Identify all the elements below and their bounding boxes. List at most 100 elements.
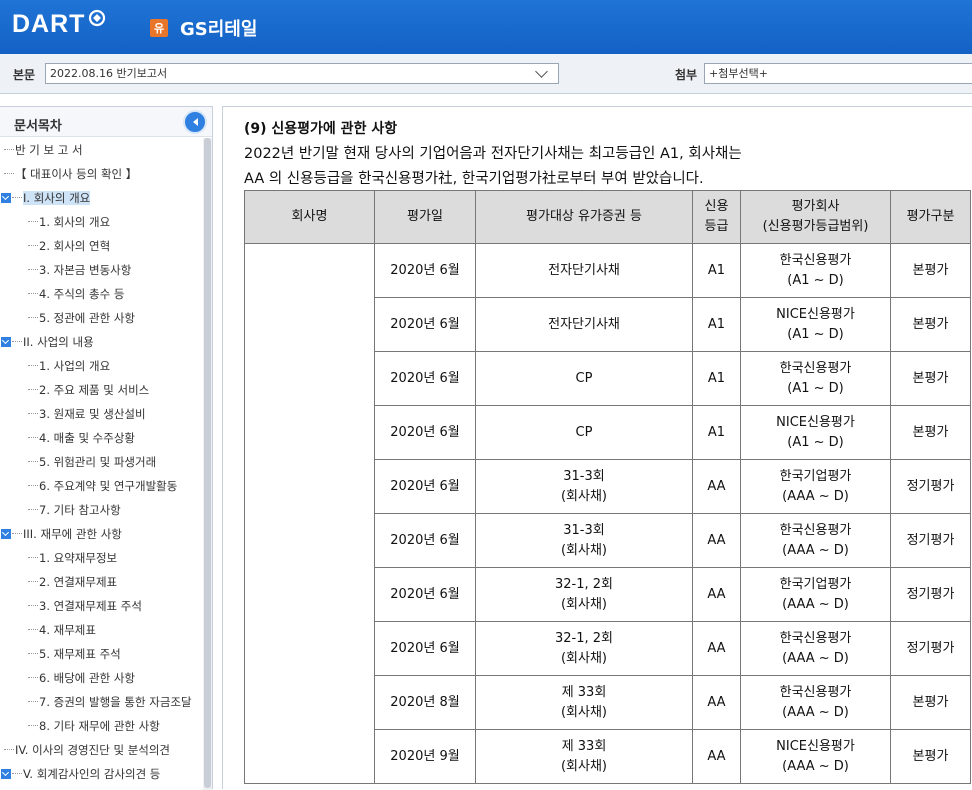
table-cell: 2020년 6월	[374, 297, 476, 352]
toc-item-label: 2. 회사의 연혁	[39, 239, 111, 253]
toc-item[interactable]: 2. 주요 제품 및 서비스	[0, 378, 204, 402]
tree-connector	[28, 594, 38, 606]
toc-item[interactable]: 1. 회사의 개요	[0, 210, 204, 234]
toc-item[interactable]: III. 재무에 관한 사항	[0, 522, 204, 546]
tree-connector	[28, 570, 38, 582]
table-cell: 한국신용평가 (AAA ~ D)	[740, 513, 891, 568]
tree-connector	[28, 426, 38, 438]
report-select[interactable]: 2022.08.16 반기보고서	[45, 63, 559, 84]
tree-connector	[28, 378, 38, 390]
toc-item[interactable]: II. 사업의 내용	[0, 330, 204, 354]
toc-item[interactable]: 3. 원재료 및 생산설비	[0, 402, 204, 426]
toc-item-label: V. 회계감사인의 감사의견 등	[23, 767, 161, 781]
table-cell: 정기평가	[890, 459, 971, 514]
tree-connector	[12, 330, 22, 342]
column-header: 평가대상 유가증권 등	[475, 190, 693, 244]
expand-toggle-icon[interactable]	[1, 769, 11, 779]
table-cell: 본평가	[890, 297, 971, 352]
toc-item[interactable]: IV. 이사의 경영진단 및 분석의견	[0, 738, 204, 762]
table-cell: A1	[692, 297, 741, 352]
table-cell: A1	[692, 243, 741, 298]
toc-item[interactable]: 7. 증권의 발행을 통한 자금조달	[0, 690, 204, 714]
table-cell: 2020년 8월	[374, 675, 476, 730]
column-header: 평가구분	[890, 190, 971, 244]
document-bar: 본문 2022.08.16 반기보고서 첨부 +첨부선택+	[0, 54, 972, 94]
company-name: GS리테일	[180, 19, 258, 40]
toc-item[interactable]: 【 대표이사 등의 확인 】	[0, 162, 204, 186]
toc-item[interactable]: 반 기 보 고 서	[0, 138, 204, 162]
toc-item[interactable]: 5. 위험관리 및 파생거래	[0, 450, 204, 474]
toc-item-label: 4. 재무제표	[39, 623, 96, 637]
toc-item[interactable]: 8. 기타 재무에 관한 사항	[0, 714, 204, 738]
table-cell: 한국신용평가 (AAA ~ D)	[740, 621, 891, 676]
expand-toggle-icon[interactable]	[1, 193, 11, 203]
toc-scrollbar[interactable]	[203, 138, 212, 790]
toc-item-label: 8. 기타 재무에 관한 사항	[39, 719, 160, 733]
collapse-sidebar-button[interactable]	[183, 110, 207, 134]
toc-item[interactable]: 7. 기타 참고사항	[0, 498, 204, 522]
table-cell: AA	[692, 459, 741, 514]
table-cell: 2020년 9월	[374, 729, 476, 784]
toc-item[interactable]: 1. 사업의 개요	[0, 354, 204, 378]
tree-connector	[28, 258, 38, 270]
toc-scroll-thumb[interactable]	[204, 138, 211, 788]
table-cell: CP	[475, 351, 693, 406]
logo-swoosh-icon	[89, 9, 106, 27]
expand-toggle-icon[interactable]	[1, 337, 11, 347]
table-cell: 한국기업평가 (AAA ~ D)	[740, 567, 891, 622]
toc-item-label: 5. 재무제표 주석	[39, 647, 121, 661]
toc-item[interactable]: 5. 재무제표 주석	[0, 642, 204, 666]
table-cell: 2020년 6월	[374, 567, 476, 622]
table-cell: 2020년 6월	[374, 621, 476, 676]
table-cell: 한국신용평가 (A1 ~ D)	[740, 243, 891, 298]
tree-connector	[28, 498, 38, 510]
attachment-select[interactable]: +첨부선택+	[704, 63, 972, 84]
tree-connector	[28, 618, 38, 630]
toc-item-label: 1. 요약재무정보	[39, 551, 118, 565]
toc-item[interactable]: 2. 회사의 연혁	[0, 234, 204, 258]
table-cell: 본평가	[890, 351, 971, 406]
tree-connector	[28, 234, 38, 246]
toc-item[interactable]: V. 회계감사인의 감사의견 등	[0, 762, 204, 786]
toc-item[interactable]: 1. 요약재무정보	[0, 546, 204, 570]
tree-connector	[12, 186, 22, 198]
toc-item-label: 2. 연결재무제표	[39, 575, 118, 589]
table-cell: 2020년 6월	[374, 243, 476, 298]
paragraph-line-1: 2022년 반기말 현재 당사의 기업어음과 전자단기사채는 최고등급인 A1,…	[244, 146, 742, 162]
column-header: 회사명	[244, 190, 375, 244]
toc-item-label: 반 기 보 고 서	[15, 143, 83, 157]
table-cell: AA	[692, 567, 741, 622]
body-label: 본문	[13, 68, 36, 82]
chevron-down-icon	[535, 65, 548, 78]
table-cell: 정기평가	[890, 621, 971, 676]
table-cell: 제 33회 (회사채)	[475, 729, 693, 784]
table-cell: AA	[692, 621, 741, 676]
table-header-row: 회사명 평가일 평가대상 유가증권 등 신용 등급 평가회사 (신용평가등급범위) 평가구…	[244, 190, 971, 244]
table-cell: 정기평가	[890, 567, 971, 622]
table-cell: 2020년 6월	[374, 459, 476, 514]
table-cell: A1	[692, 351, 741, 406]
toc-item[interactable]: 3. 자본금 변동사항	[0, 258, 204, 282]
toc-item[interactable]: 2. 연결재무제표	[0, 570, 204, 594]
toc-item[interactable]: 6. 주요계약 및 연구개발활동	[0, 474, 204, 498]
table-cell: AA	[692, 513, 741, 568]
toc-item[interactable]: 4. 매출 및 수주상황	[0, 426, 204, 450]
toc-item-label: 【 대표이사 등의 확인 】	[15, 167, 138, 181]
dart-logo[interactable]: DART	[12, 9, 107, 39]
tree-connector	[28, 210, 38, 222]
toc-item-label: 3. 자본금 변동사항	[39, 263, 132, 277]
toc-item-label: 2. 주요 제품 및 서비스	[39, 383, 150, 397]
tree-connector	[4, 138, 14, 150]
table-cell: 31-3회 (회사채)	[475, 513, 693, 568]
toc-item[interactable]: 4. 재무제표	[0, 618, 204, 642]
toc-item[interactable]: 6. 배당에 관한 사항	[0, 666, 204, 690]
toc-item[interactable]: 4. 주식의 총수 등	[0, 282, 204, 306]
toc-item[interactable]: I. 회사의 개요	[0, 186, 204, 210]
toc-item[interactable]: 5. 정관에 관한 사항	[0, 306, 204, 330]
table-cell: NICE신용평가 (A1 ~ D)	[740, 405, 891, 460]
toc-item[interactable]: 3. 연결재무제표 주석	[0, 594, 204, 618]
tree-connector	[28, 474, 38, 486]
column-header: 평가일	[374, 190, 476, 244]
table-cell: AA	[692, 675, 741, 730]
expand-toggle-icon[interactable]	[1, 529, 11, 539]
